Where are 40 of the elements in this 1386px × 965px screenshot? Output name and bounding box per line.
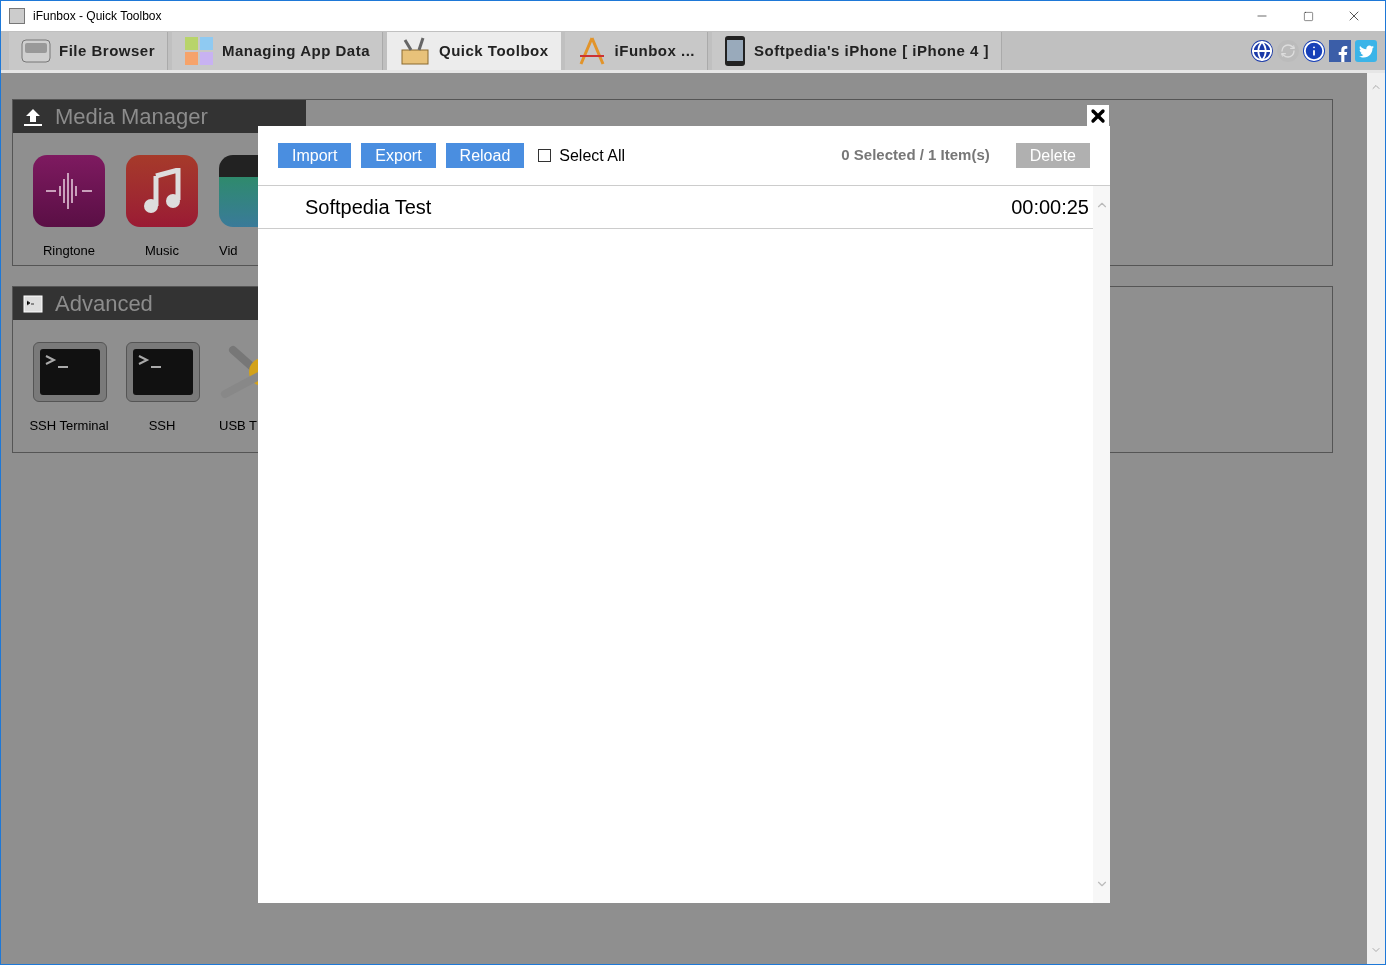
tab[interactable]: File Browser xyxy=(9,32,169,70)
close-icon xyxy=(1088,106,1108,126)
selection-status: 0 Selected / 1 Item(s) xyxy=(841,145,990,166)
info-icon[interactable] xyxy=(1303,40,1325,62)
tool-label[interactable]: Ringtone xyxy=(42,241,95,261)
tab[interactable]: Managing App Data xyxy=(172,32,383,70)
tool-label[interactable]: SSH Terminal xyxy=(29,416,109,436)
toolbar-button[interactable]: Reload xyxy=(445,143,525,168)
item-name: Softpedia Test xyxy=(305,195,432,220)
music-note-icon[interactable] xyxy=(126,155,198,227)
tool-label[interactable]: USB T xyxy=(219,416,258,436)
item-duration: 00:00:25 xyxy=(1011,195,1089,220)
upload-icon xyxy=(23,106,43,127)
tool-label[interactable]: SSH xyxy=(148,416,176,436)
select-all-checkbox[interactable] xyxy=(538,149,552,162)
terminal-icon[interactable] xyxy=(33,342,107,402)
waveform-icon[interactable] xyxy=(33,155,105,227)
select-all-label[interactable]: Select All xyxy=(559,143,626,168)
grid-icon xyxy=(184,36,215,66)
maximize-icon xyxy=(1302,10,1314,22)
window-title: iFunbox - Quick Toolbox xyxy=(33,8,162,25)
tab[interactable]: Softpedia's iPhone [ iPhone 4 ] xyxy=(712,32,1002,70)
globe-icon[interactable] xyxy=(1251,40,1273,62)
section-title: Media Manager xyxy=(55,103,208,131)
terminal-icon[interactable] xyxy=(126,342,200,402)
list-row[interactable]: Softpedia Test 00:00:25 xyxy=(258,186,1093,229)
dialog-close-button[interactable] xyxy=(1087,105,1109,127)
tool-label[interactable]: Music xyxy=(145,241,179,261)
drive-icon xyxy=(21,38,51,64)
app-icon xyxy=(9,8,25,24)
toolbar-button[interactable]: Export xyxy=(361,143,436,168)
console-icon xyxy=(23,294,43,313)
section-title: Advanced xyxy=(55,290,153,318)
toolbar-button[interactable]: Import xyxy=(278,143,352,168)
facebook-icon[interactable] xyxy=(1329,40,1351,62)
toolbox-icon xyxy=(399,36,431,66)
tool-label[interactable]: Vid xyxy=(219,241,238,261)
tab[interactable]: Quick Toolbox xyxy=(387,32,561,70)
tab[interactable]: iFunbox ... xyxy=(564,32,709,70)
phone-icon xyxy=(724,35,747,67)
